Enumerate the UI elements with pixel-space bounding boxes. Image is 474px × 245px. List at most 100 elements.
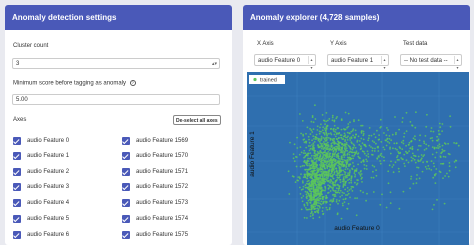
scatter-point (313, 152, 316, 155)
scatter-point (329, 157, 332, 160)
scatter-point (299, 165, 302, 168)
scatter-point (299, 146, 302, 148)
scatter-point (316, 185, 318, 188)
checkbox-checked-icon[interactable] (13, 137, 21, 145)
checkbox-checked-icon[interactable] (13, 215, 21, 223)
checkbox-checked-icon[interactable] (13, 231, 21, 239)
scatter-point (329, 200, 331, 203)
axis-checkbox-item[interactable]: audio Feature 6 (13, 230, 69, 240)
axis-checkbox-item[interactable]: audio Feature 3 (13, 182, 69, 192)
scatter-point (335, 150, 338, 153)
scatter-point (425, 143, 428, 146)
axis-checkbox-item[interactable]: audio Feature 1569 (122, 136, 188, 146)
scatter-point (313, 161, 316, 164)
scatter-point (333, 193, 335, 196)
stepper-icon[interactable]: ▴▾ (212, 61, 217, 67)
scatter-point (371, 154, 374, 156)
checkbox-checked-icon[interactable] (122, 215, 130, 223)
axis-checkbox-item[interactable]: audio Feature 2 (13, 167, 69, 177)
scatter-point (373, 141, 376, 144)
scatter-point (347, 202, 350, 205)
scatter-point (427, 165, 430, 167)
scatter-point (434, 182, 437, 184)
scatter-point (407, 161, 410, 164)
scatter-point (319, 166, 322, 169)
scatter-point (350, 181, 353, 184)
axis-checkbox-item[interactable]: audio Feature 5 (13, 214, 69, 224)
scatter-point (319, 206, 321, 209)
scatter-point (431, 153, 434, 156)
scatter-point (309, 201, 311, 204)
scatter-point (376, 129, 378, 132)
scatter-point (333, 119, 336, 122)
scatter-point (340, 136, 342, 139)
axis-checkbox-item[interactable]: audio Feature 1570 (122, 151, 188, 161)
scatter-point (370, 146, 372, 148)
scatter-point (366, 150, 369, 153)
axis-checkbox-item[interactable]: audio Feature 1571 (122, 167, 188, 177)
scatter-point (344, 173, 346, 175)
scatter-point (359, 175, 362, 177)
scatter-point (323, 167, 326, 169)
checkbox-checked-icon[interactable] (13, 168, 21, 176)
y-axis-select[interactable]: audio Feature 1 ▴ ▾ (327, 54, 389, 70)
axis-checkbox-item[interactable]: audio Feature 4 (13, 198, 69, 208)
checkbox-checked-icon[interactable] (13, 183, 21, 191)
checkbox-checked-icon[interactable] (13, 152, 21, 160)
axis-checkbox-item[interactable]: audio Feature 1 (13, 151, 69, 161)
scatter-point (441, 130, 443, 132)
deselect-all-axes-button[interactable]: De-select all axes (173, 115, 221, 125)
cluster-count-input[interactable]: 3 ▴▾ (12, 58, 220, 69)
scatter-point (319, 177, 322, 179)
help-icon[interactable]: ? (129, 80, 136, 86)
scatter-point (368, 134, 370, 137)
scatter-point (424, 166, 427, 168)
scatter-point (348, 178, 351, 181)
cluster-count-label: Cluster count (13, 43, 49, 49)
checkbox-checked-icon[interactable] (122, 152, 130, 160)
checkbox-checked-icon[interactable] (13, 199, 21, 207)
scatter-point (389, 152, 392, 155)
scatter-point (383, 132, 385, 134)
scatter-point (327, 184, 329, 187)
scatter-point (440, 162, 442, 165)
legend-label: trained (260, 78, 277, 84)
checkbox-checked-icon[interactable] (122, 183, 130, 191)
plot-background (247, 72, 469, 245)
scatter-point (379, 162, 382, 165)
axis-checkbox-item[interactable]: audio Feature 1574 (122, 214, 188, 224)
scatter-point (331, 166, 334, 168)
scatter-point (346, 190, 349, 193)
scatter-point (316, 129, 319, 131)
scatter-plot[interactable]: trained audio Feature 0 audio Feature 1 (247, 72, 469, 245)
scatter-point (425, 125, 428, 128)
scatter-point (385, 206, 388, 209)
min-score-input[interactable]: 5.00 (12, 94, 220, 105)
scatter-point (349, 163, 351, 165)
scatter-point (304, 190, 307, 193)
scatter-point (344, 171, 347, 174)
axis-checkbox-item[interactable]: audio Feature 1575 (122, 230, 188, 240)
axis-checkbox-item[interactable]: audio Feature 1573 (122, 198, 188, 208)
scatter-point (426, 113, 428, 116)
scatter-point (372, 170, 374, 173)
scatter-point (311, 214, 314, 217)
scatter-point (335, 200, 338, 203)
scatter-point (360, 170, 362, 172)
checkbox-checked-icon[interactable] (122, 231, 130, 239)
min-score-label-text: Minimum score before tagging as anomaly (13, 80, 127, 87)
scatter-point (398, 146, 401, 148)
scatter-point (387, 170, 390, 173)
checkbox-checked-icon[interactable] (122, 199, 130, 207)
checkbox-checked-icon[interactable] (122, 137, 130, 145)
axis-checkbox-item[interactable]: audio Feature 0 (13, 136, 69, 146)
checkbox-checked-icon[interactable] (122, 168, 130, 176)
axis-checkbox-label: audio Feature 1573 (136, 200, 189, 206)
test-data-select[interactable]: -- No test data -- ▴ ▾ (400, 54, 462, 70)
axis-checkbox-item[interactable]: audio Feature 1572 (122, 182, 188, 192)
scatter-point (435, 151, 438, 154)
scatter-point (333, 153, 336, 155)
x-axis-select[interactable]: audio Feature 0 ▴ ▾ (254, 54, 316, 70)
scatter-point (326, 119, 329, 122)
scatter-point (344, 139, 347, 141)
